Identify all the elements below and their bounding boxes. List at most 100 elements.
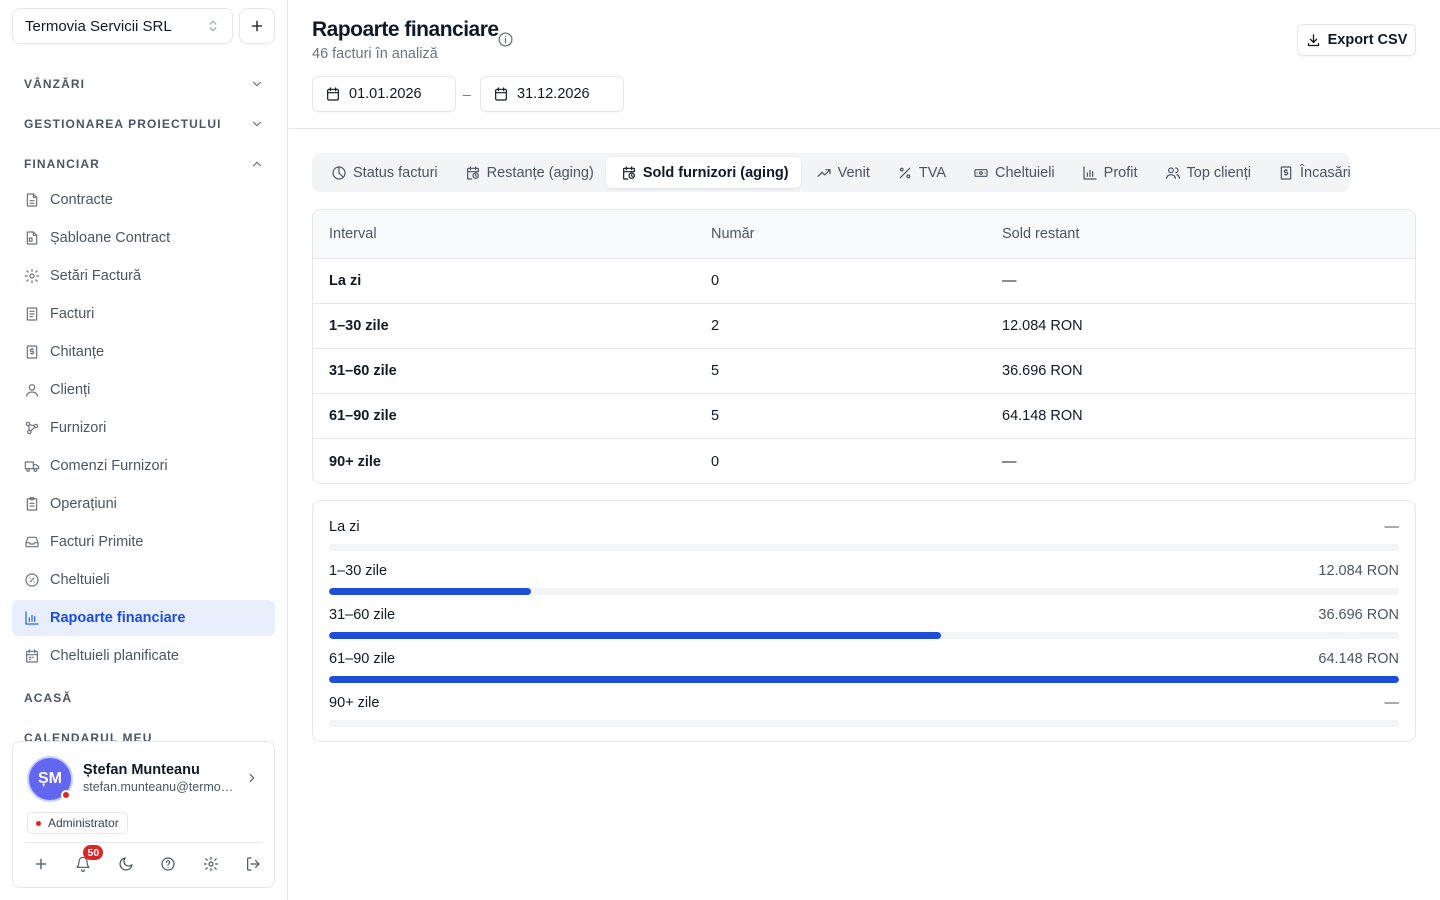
sidebar: Termovia Servicii SRL VÂNZĂRI GESTIONARE… [0,0,288,900]
bar-value: 64.148 RON [1318,651,1399,667]
tab-top-clienti[interactable]: Top clienți [1150,157,1263,188]
sidebar-item-setari-factura[interactable]: Setări Factură [12,258,275,294]
inbox-icon [25,536,39,548]
bar-row: 90+ zile — [329,695,1399,735]
tab-label: Top clienți [1186,164,1251,181]
sidebar-item-label: Cheltuieli planificate [50,648,179,664]
sidebar-item-label: Setări Factură [50,268,142,284]
sidebar-item-label: Șabloane Contract [50,230,171,246]
gear-icon [203,856,218,872]
theme-toggle-button[interactable] [116,854,136,874]
cell-interval: 31–60 zile [329,363,397,379]
calendar-icon [26,649,38,663]
bar-label: 31–60 zile [329,607,396,623]
section-acasa[interactable]: ACASĂ [24,688,264,708]
help-button[interactable] [158,854,178,874]
plus-icon [251,20,263,32]
bar-track [329,544,1399,551]
avatar-initials: ȘM [38,770,62,787]
section-vanzari[interactable]: VÂNZĂRI [24,74,264,94]
section-label: GESTIONAREA PROIECTULUI [24,117,222,131]
export-csv-button[interactable]: Export CSV [1297,24,1416,56]
bar-value: — [1384,695,1400,711]
section-financiar[interactable]: FINANCIAR [24,154,264,174]
document-icon [26,193,38,207]
tab-sold-furnizori-aging[interactable]: Sold furnizori (aging) [605,157,801,188]
sidebar-item-furnizori[interactable]: Furnizori [12,410,275,446]
gear-icon [24,268,40,284]
sidebar-item-facturi[interactable]: Facturi [12,296,275,332]
invoice-icon [26,307,38,321]
user-name: Ștefan Munteanu [83,762,200,778]
calendar-icon [327,87,339,101]
sidebar-item-rapoarte-financiare[interactable]: Rapoarte financiare [12,600,275,636]
tab-status-facturi[interactable]: Status facturi [316,157,450,188]
table-header: Interval Număr Sold restant [313,210,1415,259]
user-icon [26,384,38,397]
sidebar-item-label: Contracte [50,192,113,208]
info-icon[interactable] [497,31,514,48]
tab-label: Venit [837,164,870,181]
bar-label: La zi [329,519,360,535]
org-switcher[interactable]: Termovia Servicii SRL [12,8,233,44]
calendar-clock-icon [622,165,635,180]
tab-profit[interactable]: Profit [1067,157,1150,188]
cell-interval: 90+ zile [329,453,381,470]
sidebar-item-contracte[interactable]: Contracte [12,182,275,218]
cell-balance: 12.084 RON [1002,318,1083,334]
sidebar-item-sabloane-contract[interactable]: Șabloane Contract [12,220,275,256]
tab-label: Sold furnizori (aging) [642,164,789,181]
sidebar-item-chitante[interactable]: Chitanțe [12,334,275,370]
tab-incasari[interactable]: Încasări [1263,157,1363,188]
cell-balance: 64.148 RON [1002,408,1083,424]
users-icon [1165,166,1180,179]
column-header-sold-restant: Sold restant [1002,226,1080,242]
divider [25,842,262,843]
sidebar-item-label: Cheltuieli [50,572,110,588]
tab-restante-aging[interactable]: Restanțe (aging) [450,157,606,188]
user-email: stefan.munteanu@termovia.ro [83,780,239,794]
sidebar-item-clienti[interactable]: Clienți [12,372,275,408]
add-org-button[interactable] [239,8,275,44]
calendar-icon [495,87,507,101]
date-to-field[interactable]: 31.12.2026 [480,76,624,112]
percent-icon [899,167,911,178]
chevron-right-icon[interactable] [245,771,259,785]
sidebar-item-facturi-primite[interactable]: Facturi Primite [12,524,275,560]
chevron-up-icon [250,157,264,171]
tab-tva[interactable]: TVA [882,157,958,188]
settings-button[interactable] [201,854,221,874]
cell-balance: 36.696 RON [1002,363,1083,379]
gauge-icon [25,573,39,587]
sidebar-item-comenzi-furnizori[interactable]: Comenzi Furnizori [12,448,275,484]
chevron-up-down-icon [206,19,220,33]
help-icon [161,857,175,871]
table-row: La zi 0 — [313,259,1415,304]
user-card: ȘM Ștefan Munteanu stefan.munteanu@termo… [12,741,275,888]
cell-count: 0 [711,453,720,470]
clipboard-icon [26,497,38,511]
tab-venit[interactable]: Venit [801,157,882,188]
tab-cheltuieli[interactable]: Cheltuieli [958,157,1067,188]
tab-label: TVA [918,164,946,181]
bar-chart-icon [1083,165,1097,180]
notifications-button[interactable]: 50 [73,845,104,874]
cell-interval: 61–90 zile [329,408,397,424]
add-button[interactable] [31,854,51,874]
sidebar-item-cheltuieli[interactable]: Cheltuieli [12,562,275,598]
date-from-field[interactable]: 01.01.2026 [312,76,456,112]
section-gestionarea-proiectului[interactable]: GESTIONAREA PROIECTULUI [24,114,264,134]
bar-row: La zi — [329,519,1399,559]
sidebar-item-label: Furnizori [50,420,107,436]
org-name: Termovia Servicii SRL [25,17,172,35]
banknote-icon [974,168,988,177]
table-row: 61–90 zile 5 64.148 RON [313,394,1415,439]
logout-button[interactable] [243,854,263,874]
sidebar-item-operatiuni[interactable]: Operațiuni [12,486,275,522]
sidebar-item-cheltuieli-planificate[interactable]: Cheltuieli planificate [12,638,275,674]
sidebar-item-label: Comenzi Furnizori [50,458,168,474]
bar-label: 90+ zile [329,695,380,711]
report-tabs: Status facturi Restanțe (aging) Sold fur… [312,153,1351,192]
bar-track [329,720,1399,727]
aging-table: Interval Număr Sold restant La zi 0 — 1–… [312,209,1416,484]
